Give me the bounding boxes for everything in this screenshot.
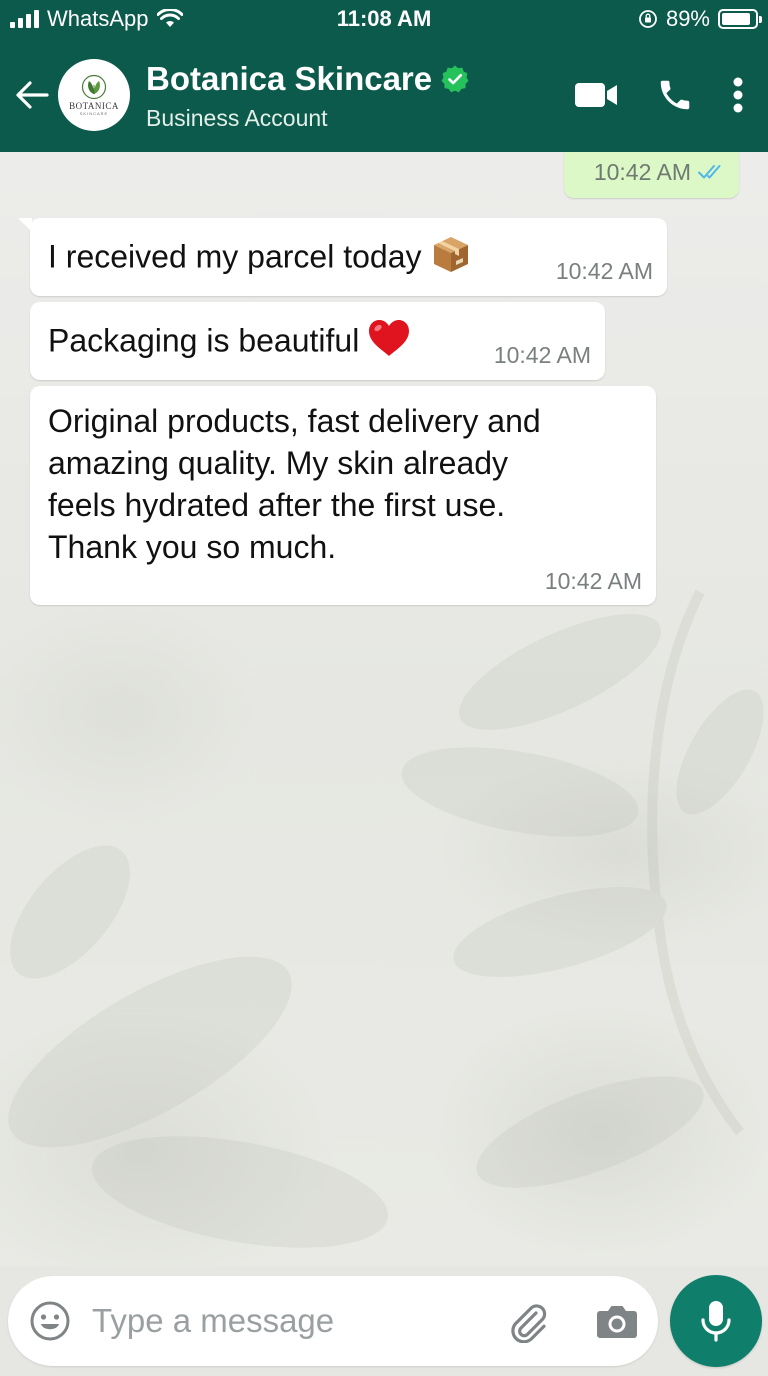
contact-name: Botanica Skincare [146,59,433,97]
camera-icon [597,1306,637,1338]
message-line: Thank you so much. [48,529,337,565]
contact-name-row: Botanica Skincare [146,59,574,99]
package-emoji-icon [430,234,472,284]
incoming-message-bubble[interactable]: Original products, fast delivery and ama… [30,386,656,605]
botanica-logo-icon [81,74,107,100]
red-heart-emoji-icon [367,318,411,368]
avatar[interactable]: BOTANICA SKINCARE [58,59,130,131]
back-arrow-icon [16,81,49,109]
battery-percent: 89% [665,6,710,31]
message-line: feels hydrated after the first use. [48,487,506,523]
orientation-lock-icon [639,10,657,28]
verified-badge-icon [441,65,469,92]
message-text-row: I received my parcel today [48,234,472,284]
camera-button[interactable] [593,1297,641,1345]
message-time: 10:42 AM [555,258,653,284]
incoming-message-bubble[interactable]: Packaging is beautiful 10:42 AM [30,302,605,380]
back-button[interactable] [8,71,56,119]
emoji-icon [30,1301,70,1341]
chat-header: BOTANICA SKINCARE Botanica Skincare Busi… [0,38,768,152]
chat-area[interactable]: 10:42 AM I received my parcel today 10:4… [0,152,768,1266]
message-line: Original products, fast delivery and [48,403,541,439]
contact-info[interactable]: Botanica Skincare Business Account [146,59,574,132]
message-text-row: Packaging is beautiful [48,318,411,368]
battery-icon [718,9,762,29]
avatar-subtext: SKINCARE [79,111,109,116]
attach-button[interactable] [504,1297,552,1345]
outgoing-message-bubble[interactable]: 10:42 AM [564,152,739,198]
contact-subtitle: Business Account [146,104,328,131]
more-options-button[interactable] [732,76,744,114]
bubble-tail [18,218,32,232]
status-right: 89% [638,6,762,32]
message-text: Original products, fast delivery and ama… [48,400,541,568]
header-actions [574,76,744,114]
message-composer [8,1276,658,1366]
message-time: 10:42 AM [593,158,691,185]
carrier-label: WhatsApp [47,6,149,31]
status-left: WhatsApp [10,6,183,32]
emoji-button[interactable] [26,1297,74,1345]
paperclip-icon [511,1304,547,1343]
message-text: I received my parcel today [48,238,422,275]
message-input[interactable] [92,1296,472,1346]
voice-call-button[interactable] [656,76,694,114]
more-options-icon [733,77,743,113]
battery-fill [722,13,751,25]
voice-message-button[interactable] [670,1275,762,1367]
video-call-button[interactable] [574,81,618,109]
message-line: amazing quality. My skin already [48,445,509,481]
message-time: 10:42 AM [493,342,591,368]
avatar-brand: BOTANICA [69,101,119,111]
microphone-icon [701,1301,731,1342]
voice-call-icon [660,80,690,110]
message-text: Packaging is beautiful [48,322,360,359]
message-time: 10:42 AM [544,568,642,594]
signal-icon [10,10,39,28]
incoming-message-bubble[interactable]: I received my parcel today 10:42 AM [18,218,667,296]
video-call-icon [575,83,617,107]
wifi-icon [156,9,183,27]
read-receipt-icon [698,165,721,179]
input-bar [0,1266,768,1376]
status-bar: WhatsApp 11:08 AM 89% [0,0,768,38]
